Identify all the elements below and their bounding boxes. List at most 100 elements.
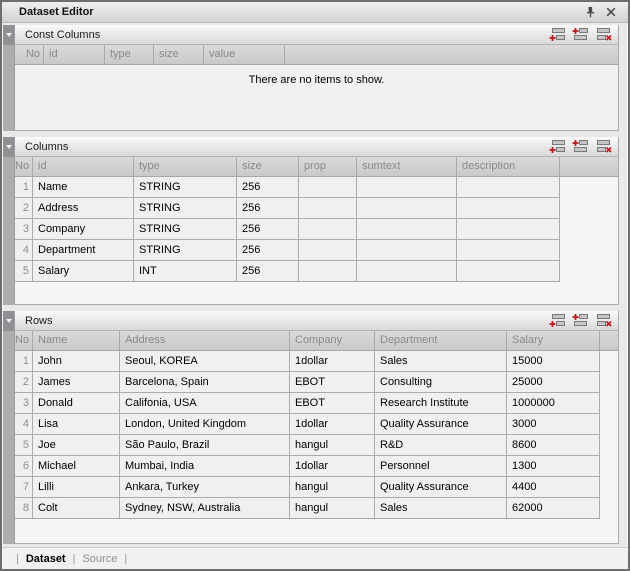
collapse-columns-button[interactable]: [3, 137, 14, 157]
table-cell[interactable]: [299, 198, 357, 219]
table-cell[interactable]: Colt: [33, 498, 120, 519]
table-cell[interactable]: Quality Assurance: [375, 477, 507, 498]
row-number-cell[interactable]: 5: [15, 261, 33, 282]
table-cell[interactable]: [357, 261, 457, 282]
table-cell[interactable]: STRING: [134, 177, 237, 198]
add-row-button[interactable]: [549, 27, 566, 42]
table-cell[interactable]: Seoul, KOREA: [120, 351, 290, 372]
insert-row-button[interactable]: [572, 139, 589, 154]
row-number-cell[interactable]: 3: [15, 219, 33, 240]
row-number-cell[interactable]: 4: [15, 414, 33, 435]
table-cell[interactable]: 1300: [507, 456, 600, 477]
table-cell[interactable]: Mumbai, India: [120, 456, 290, 477]
table-cell[interactable]: EBOT: [290, 393, 375, 414]
table-cell[interactable]: London, United Kingdom: [120, 414, 290, 435]
row-number-cell[interactable]: 2: [15, 198, 33, 219]
table-cell[interactable]: 256: [237, 261, 299, 282]
table-cell[interactable]: Lilli: [33, 477, 120, 498]
table-cell[interactable]: STRING: [134, 240, 237, 261]
table-cell[interactable]: [357, 240, 457, 261]
table-cell[interactable]: 256: [237, 177, 299, 198]
table-cell[interactable]: 25000: [507, 372, 600, 393]
row-number-cell[interactable]: 5: [15, 435, 33, 456]
table-cell[interactable]: Salary: [33, 261, 134, 282]
insert-row-button[interactable]: [572, 313, 589, 328]
table-cell[interactable]: Barcelona, Spain: [120, 372, 290, 393]
row-number-cell[interactable]: 8: [15, 498, 33, 519]
row-number-cell[interactable]: 1: [15, 351, 33, 372]
table-cell[interactable]: [457, 261, 560, 282]
table-cell[interactable]: [457, 177, 560, 198]
table-cell[interactable]: hangul: [290, 477, 375, 498]
collapse-rows-button[interactable]: [3, 311, 14, 331]
table-cell[interactable]: [357, 177, 457, 198]
table-cell[interactable]: STRING: [134, 198, 237, 219]
table-cell[interactable]: [457, 198, 560, 219]
row-number-cell[interactable]: 6: [15, 456, 33, 477]
table-cell[interactable]: 15000: [507, 351, 600, 372]
table-cell[interactable]: Research Institute: [375, 393, 507, 414]
table-cell[interactable]: [357, 219, 457, 240]
table-cell[interactable]: hangul: [290, 435, 375, 456]
table-cell[interactable]: [457, 219, 560, 240]
table-cell[interactable]: Sales: [375, 351, 507, 372]
table-cell[interactable]: 62000: [507, 498, 600, 519]
panel-title: Const Columns: [25, 29, 100, 41]
table-cell[interactable]: [457, 240, 560, 261]
table-cell[interactable]: São Paulo, Brazil: [120, 435, 290, 456]
row-number-cell[interactable]: 1: [15, 177, 33, 198]
table-cell[interactable]: [299, 261, 357, 282]
pin-button[interactable]: [582, 5, 598, 20]
row-number-cell[interactable]: 3: [15, 393, 33, 414]
table-cell[interactable]: 1dollar: [290, 351, 375, 372]
table-cell[interactable]: [299, 240, 357, 261]
table-cell[interactable]: Name: [33, 177, 134, 198]
table-cell[interactable]: Quality Assurance: [375, 414, 507, 435]
collapse-const-columns-button[interactable]: [3, 25, 14, 45]
table-cell[interactable]: Joe: [33, 435, 120, 456]
table-cell[interactable]: Department: [33, 240, 134, 261]
table-cell[interactable]: R&D: [375, 435, 507, 456]
row-number-cell[interactable]: 4: [15, 240, 33, 261]
table-cell[interactable]: John: [33, 351, 120, 372]
table-cell[interactable]: Ankara, Turkey: [120, 477, 290, 498]
close-button[interactable]: [603, 5, 619, 20]
table-cell[interactable]: 1dollar: [290, 414, 375, 435]
insert-row-button[interactable]: [572, 27, 589, 42]
row-number-cell[interactable]: 7: [15, 477, 33, 498]
table-cell[interactable]: STRING: [134, 219, 237, 240]
table-cell[interactable]: [299, 177, 357, 198]
table-cell[interactable]: 1000000: [507, 393, 600, 414]
table-cell[interactable]: 8600: [507, 435, 600, 456]
tab-source[interactable]: Source: [82, 553, 117, 565]
table-cell[interactable]: 256: [237, 219, 299, 240]
add-row-button[interactable]: [549, 139, 566, 154]
tab-dataset[interactable]: Dataset: [26, 553, 66, 565]
table-cell[interactable]: Sydney, NSW, Australia: [120, 498, 290, 519]
table-cell[interactable]: Sales: [375, 498, 507, 519]
table-cell[interactable]: Donald: [33, 393, 120, 414]
table-cell[interactable]: [357, 198, 457, 219]
delete-row-button[interactable]: [595, 313, 612, 328]
table-cell[interactable]: 1dollar: [290, 456, 375, 477]
table-cell[interactable]: EBOT: [290, 372, 375, 393]
table-cell[interactable]: 256: [237, 198, 299, 219]
table-cell[interactable]: INT: [134, 261, 237, 282]
table-cell[interactable]: Michael: [33, 456, 120, 477]
table-cell[interactable]: Consulting: [375, 372, 507, 393]
add-row-button[interactable]: [549, 313, 566, 328]
table-cell[interactable]: hangul: [290, 498, 375, 519]
table-cell[interactable]: 256: [237, 240, 299, 261]
delete-row-button[interactable]: [595, 27, 612, 42]
table-cell[interactable]: Personnel: [375, 456, 507, 477]
table-cell[interactable]: Califonia, USA: [120, 393, 290, 414]
table-cell[interactable]: James: [33, 372, 120, 393]
table-cell[interactable]: [299, 219, 357, 240]
delete-row-button[interactable]: [595, 139, 612, 154]
table-cell[interactable]: Company: [33, 219, 134, 240]
table-cell[interactable]: Lisa: [33, 414, 120, 435]
row-number-cell[interactable]: 2: [15, 372, 33, 393]
table-cell[interactable]: 4400: [507, 477, 600, 498]
table-cell[interactable]: Address: [33, 198, 134, 219]
table-cell[interactable]: 3000: [507, 414, 600, 435]
